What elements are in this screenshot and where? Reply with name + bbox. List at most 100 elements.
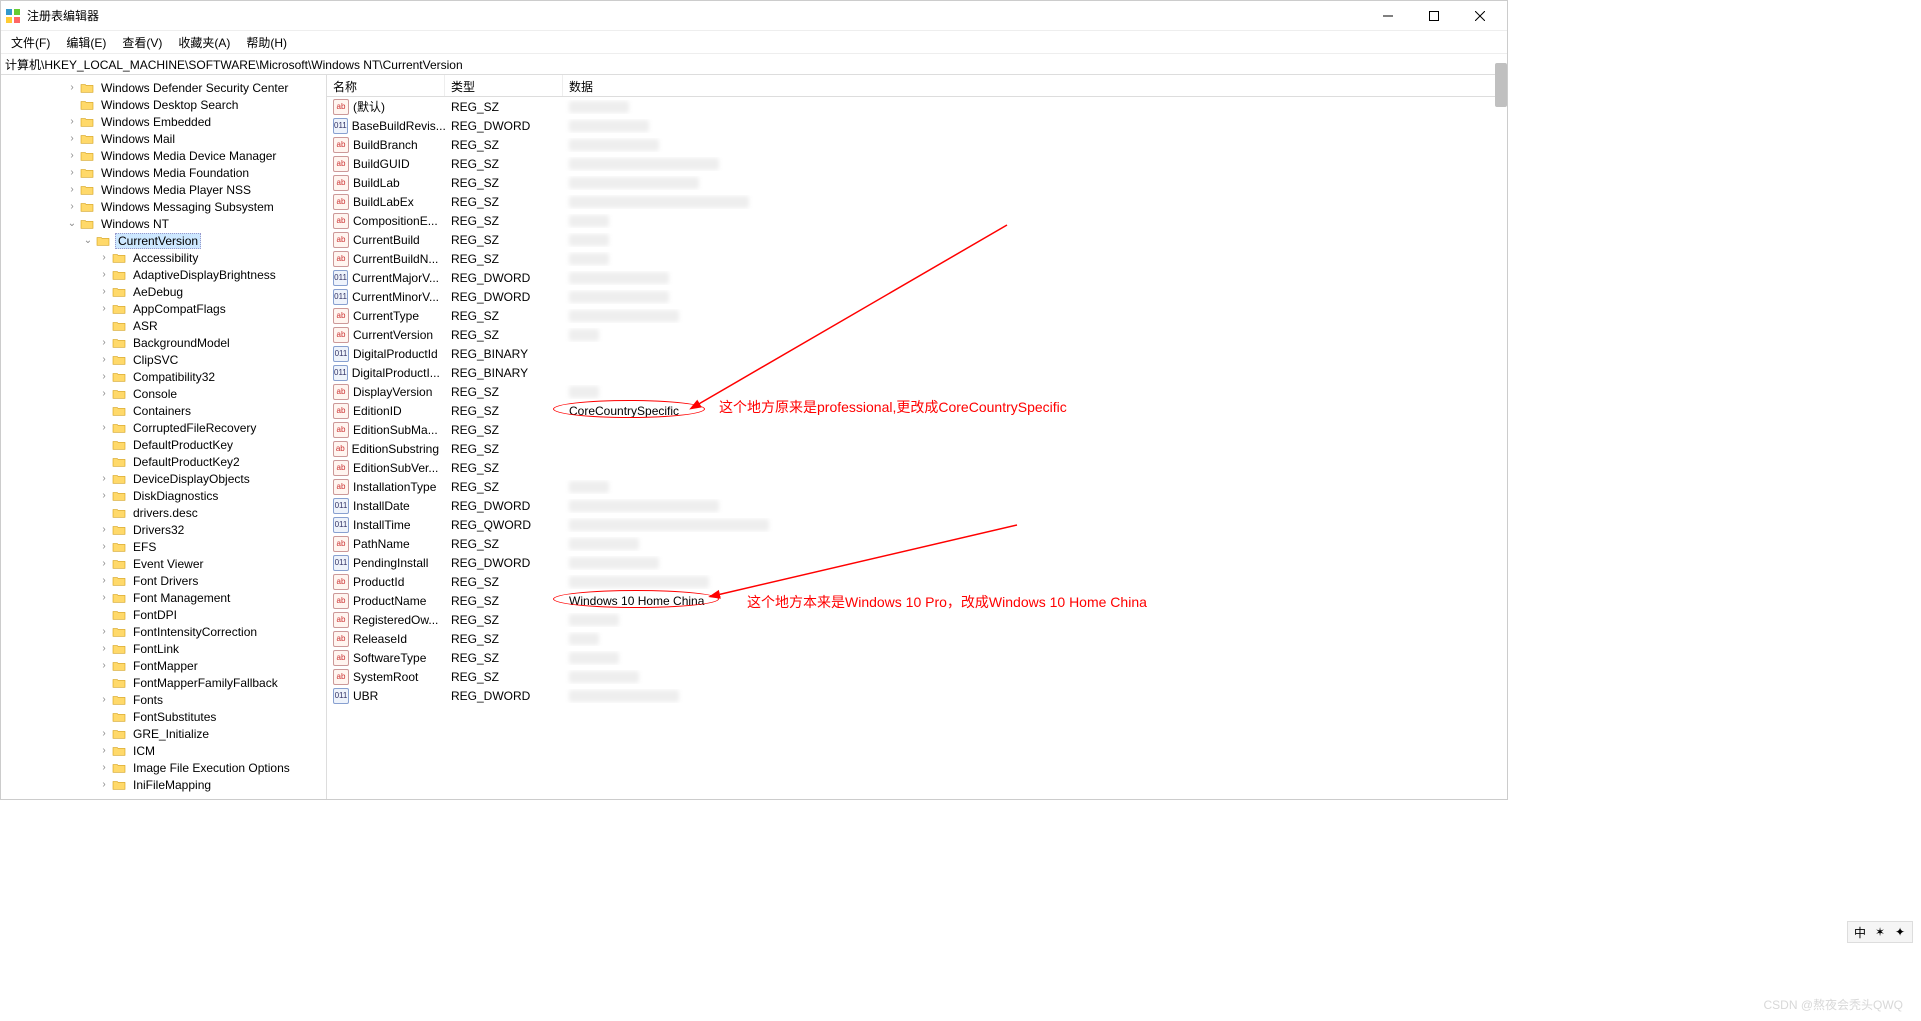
chevron-icon[interactable]: › — [97, 269, 111, 280]
chevron-icon[interactable]: › — [97, 337, 111, 348]
value-row[interactable]: 011InstallTimeREG_QWORD — [327, 515, 1507, 534]
close-button[interactable] — [1457, 1, 1503, 31]
chevron-icon[interactable]: › — [97, 728, 111, 739]
tree-item[interactable]: ›ICM — [1, 742, 326, 759]
tree-item[interactable]: ›Windows Messaging Subsystem — [1, 198, 326, 215]
tree-item[interactable]: ›Windows Embedded — [1, 113, 326, 130]
chevron-icon[interactable]: › — [65, 184, 79, 195]
value-row[interactable]: abInstallationTypeREG_SZ — [327, 477, 1507, 496]
tree-item[interactable]: FontMapperFamilyFallback — [1, 674, 326, 691]
chevron-icon[interactable]: › — [97, 558, 111, 569]
value-row[interactable]: abCompositionE...REG_SZ — [327, 211, 1507, 230]
chevron-icon[interactable]: › — [97, 592, 111, 603]
tree-item[interactable]: ⌄Windows NT — [1, 215, 326, 232]
value-row[interactable]: 011PendingInstallREG_DWORD — [327, 553, 1507, 572]
tree-item[interactable]: FontDPI — [1, 606, 326, 623]
tree-item[interactable]: DefaultProductKey — [1, 436, 326, 453]
chevron-icon[interactable]: › — [97, 694, 111, 705]
tree-item[interactable]: ›FontMapper — [1, 657, 326, 674]
tree-item[interactable]: ›Image File Execution Options — [1, 759, 326, 776]
chevron-icon[interactable]: › — [97, 660, 111, 671]
list-pane[interactable]: 名称 类型 数据 ab(默认)REG_SZ011BaseBuildRevis..… — [327, 75, 1507, 799]
tree-item[interactable]: ›Windows Defender Security Center — [1, 79, 326, 96]
chevron-icon[interactable]: › — [97, 745, 111, 756]
tree-item[interactable]: ›DiskDiagnostics — [1, 487, 326, 504]
value-row[interactable]: abEditionSubVer...REG_SZ — [327, 458, 1507, 477]
tree-item[interactable]: ›FontLink — [1, 640, 326, 657]
tree-item[interactable]: ›Drivers32 — [1, 521, 326, 538]
tree-item[interactable]: ›Event Viewer — [1, 555, 326, 572]
tree-item[interactable]: ›Fonts — [1, 691, 326, 708]
menu-view[interactable]: 查看(V) — [114, 32, 170, 53]
address-bar[interactable]: 计算机\HKEY_LOCAL_MACHINE\SOFTWARE\Microsof… — [1, 53, 1507, 75]
chevron-icon[interactable]: › — [97, 354, 111, 365]
value-row[interactable]: abReleaseIdREG_SZ — [327, 629, 1507, 648]
tree-pane[interactable]: ›Windows Defender Security CenterWindows… — [1, 75, 327, 799]
tree-item[interactable]: ›IniFileMapping — [1, 776, 326, 793]
value-row[interactable]: abPathNameREG_SZ — [327, 534, 1507, 553]
value-row[interactable]: abEditionIDREG_SZCoreCountrySpecific — [327, 401, 1507, 420]
tree-item[interactable]: DefaultProductKey2 — [1, 453, 326, 470]
chevron-icon[interactable]: › — [65, 167, 79, 178]
scrollbar-thumb[interactable] — [1495, 63, 1507, 107]
tree-item[interactable]: ASR — [1, 317, 326, 334]
tree-item[interactable]: ⌄CurrentVersion — [1, 232, 326, 249]
tree-item[interactable]: ›Font Management — [1, 589, 326, 606]
tree-item[interactable]: drivers.desc — [1, 504, 326, 521]
chevron-icon[interactable]: › — [97, 575, 111, 586]
chevron-icon[interactable]: › — [65, 82, 79, 93]
tree-item[interactable]: Windows Desktop Search — [1, 96, 326, 113]
value-row[interactable]: abProductNameREG_SZWindows 10 Home China — [327, 591, 1507, 610]
value-row[interactable]: 011BaseBuildRevis...REG_DWORD — [327, 116, 1507, 135]
chevron-icon[interactable]: › — [97, 252, 111, 263]
tray-icon-1[interactable]: ✶ — [1872, 924, 1888, 940]
tray-icon-2[interactable]: ✦ — [1892, 924, 1908, 940]
value-row[interactable]: abBuildLabExREG_SZ — [327, 192, 1507, 211]
value-row[interactable]: 011InstallDateREG_DWORD — [327, 496, 1507, 515]
menu-help[interactable]: 帮助(H) — [238, 32, 295, 53]
chevron-icon[interactable]: › — [65, 150, 79, 161]
minimize-button[interactable] — [1365, 1, 1411, 31]
tree-item[interactable]: ›Windows Mail — [1, 130, 326, 147]
maximize-button[interactable] — [1411, 1, 1457, 31]
chevron-icon[interactable]: › — [65, 201, 79, 212]
chevron-icon[interactable]: › — [97, 422, 111, 433]
chevron-icon[interactable]: › — [97, 779, 111, 790]
value-row[interactable]: 011CurrentMinorV...REG_DWORD — [327, 287, 1507, 306]
tree-item[interactable]: FontSubstitutes — [1, 708, 326, 725]
value-row[interactable]: abCurrentBuildN...REG_SZ — [327, 249, 1507, 268]
menu-favorites[interactable]: 收藏夹(A) — [170, 32, 238, 53]
value-row[interactable]: abProductIdREG_SZ — [327, 572, 1507, 591]
tree-item[interactable]: ›Windows Media Player NSS — [1, 181, 326, 198]
chevron-icon[interactable]: › — [97, 371, 111, 382]
chevron-icon[interactable]: ⌄ — [65, 218, 79, 229]
value-row[interactable]: 011DigitalProductIdREG_BINARY — [327, 344, 1507, 363]
chevron-icon[interactable]: › — [97, 541, 111, 552]
chevron-icon[interactable]: › — [97, 626, 111, 637]
tree-item[interactable]: Containers — [1, 402, 326, 419]
value-row[interactable]: abBuildBranchREG_SZ — [327, 135, 1507, 154]
tree-item[interactable]: ›ClipSVC — [1, 351, 326, 368]
chevron-icon[interactable]: › — [97, 473, 111, 484]
tree-item[interactable]: ›Font Drivers — [1, 572, 326, 589]
tree-item[interactable]: ›Compatibility32 — [1, 368, 326, 385]
value-row[interactable]: abEditionSubstringREG_SZ — [327, 439, 1507, 458]
value-row[interactable]: ab(默认)REG_SZ — [327, 97, 1507, 116]
tree-item[interactable]: ›AppCompatFlags — [1, 300, 326, 317]
chevron-icon[interactable]: › — [97, 762, 111, 773]
chevron-icon[interactable]: › — [97, 303, 111, 314]
tree-item[interactable]: ›FontIntensityCorrection — [1, 623, 326, 640]
value-row[interactable]: abDisplayVersionREG_SZ — [327, 382, 1507, 401]
col-header-name[interactable]: 名称 — [327, 75, 445, 96]
tree-item[interactable]: ›AdaptiveDisplayBrightness — [1, 266, 326, 283]
ime-indicator[interactable]: 中 — [1852, 924, 1868, 940]
value-row[interactable]: 011DigitalProductI...REG_BINARY — [327, 363, 1507, 382]
value-row[interactable]: abRegisteredOw...REG_SZ — [327, 610, 1507, 629]
chevron-icon[interactable]: › — [97, 286, 111, 297]
chevron-icon[interactable]: › — [65, 116, 79, 127]
tree-item[interactable]: ›Console — [1, 385, 326, 402]
menu-file[interactable]: 文件(F) — [3, 32, 58, 53]
tree-item[interactable]: ›Accessibility — [1, 249, 326, 266]
tree-item[interactable]: ›DeviceDisplayObjects — [1, 470, 326, 487]
value-row[interactable]: abCurrentTypeREG_SZ — [327, 306, 1507, 325]
